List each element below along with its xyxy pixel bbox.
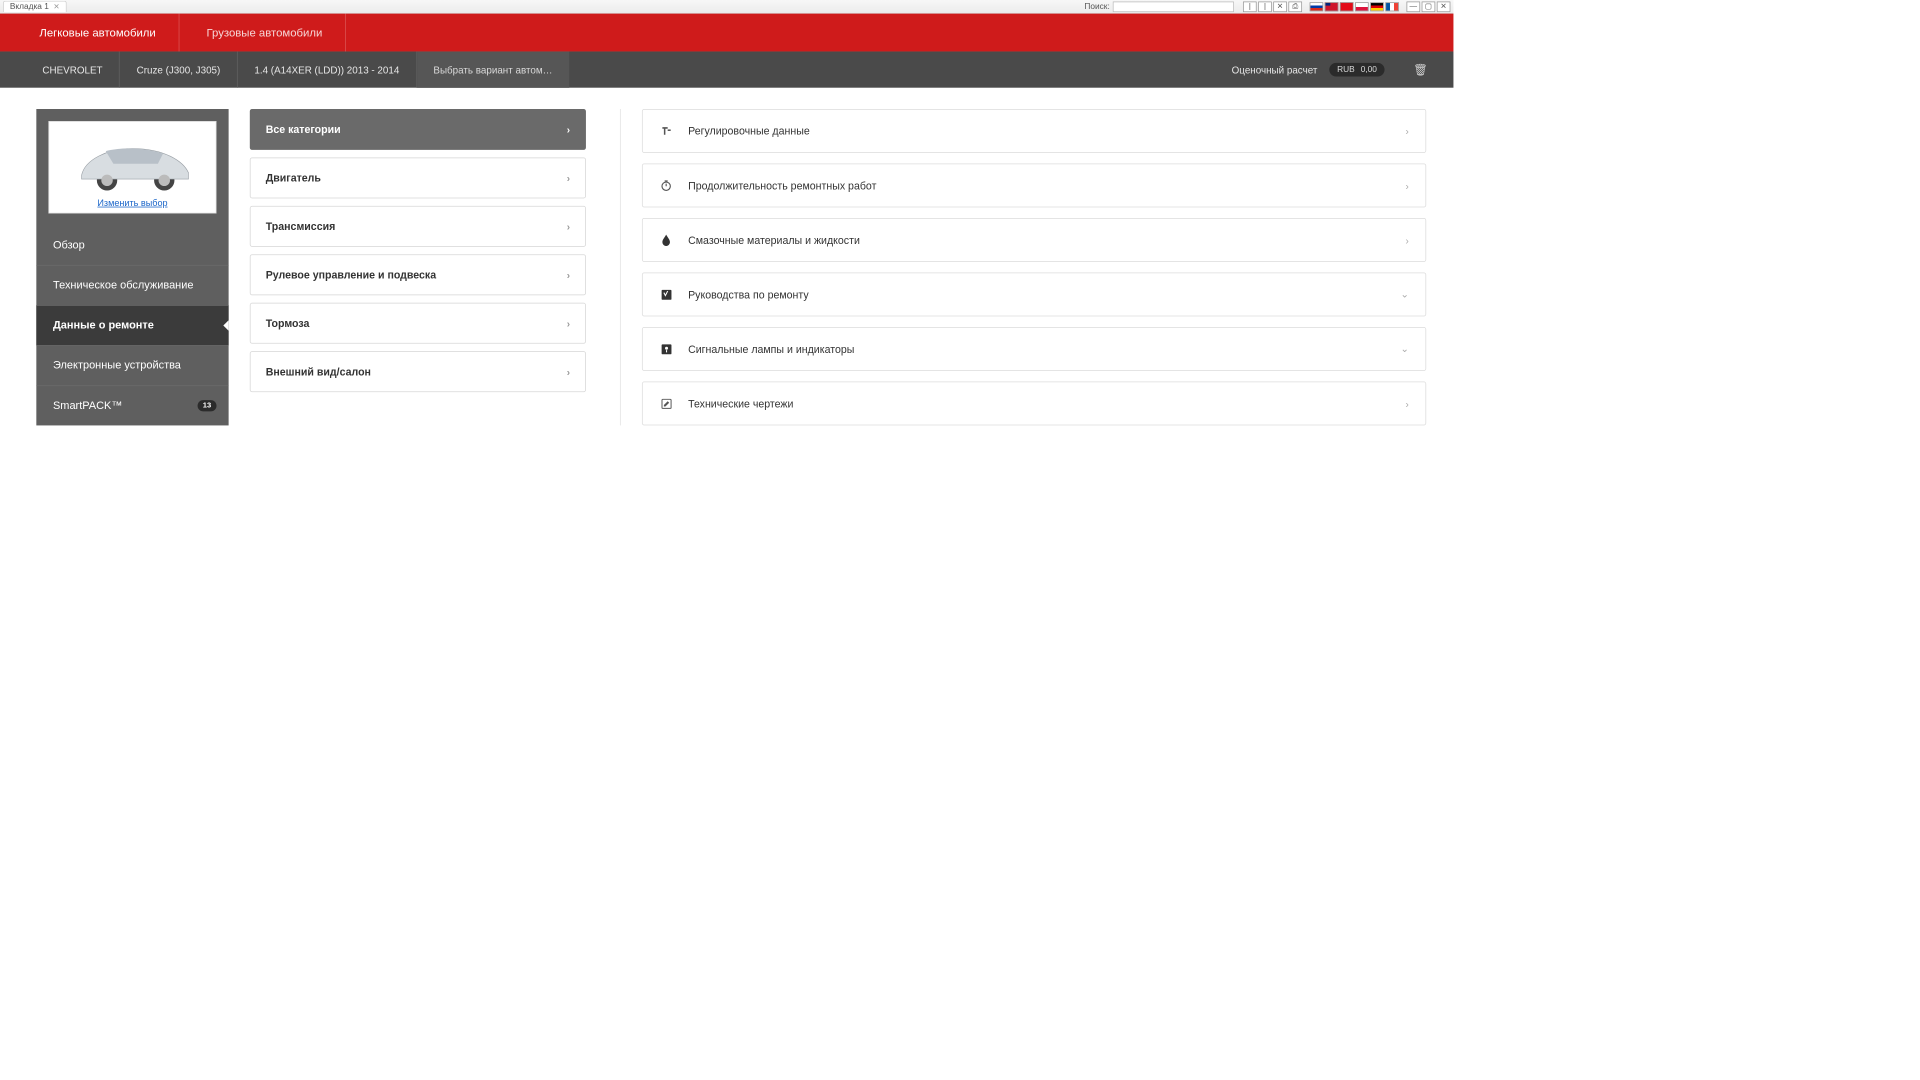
sidebar-item-label: Обзор xyxy=(53,239,85,251)
sidebar-item-smartpack[interactable]: SmartPACK™ 13 xyxy=(36,385,228,425)
sidebar-item-label: Электронные устройства xyxy=(53,360,181,372)
primary-nav: Легковые автомобили Грузовые автомобили xyxy=(0,14,1453,52)
chevron-right-icon: › xyxy=(567,221,570,232)
drawing-icon xyxy=(659,398,673,409)
drop-icon xyxy=(659,234,673,246)
chevron-down-icon: ⌄ xyxy=(1401,288,1409,300)
flag-tr-icon[interactable] xyxy=(1340,2,1354,11)
manual-icon xyxy=(659,289,673,300)
nav-tab-trucks[interactable]: Грузовые автомобили xyxy=(184,14,346,52)
panel-tech-drawings[interactable]: Технические чертежи › xyxy=(642,382,1426,426)
category-all[interactable]: Все категории › xyxy=(250,109,586,150)
category-steering[interactable]: Рулевое управление и подвеска › xyxy=(250,254,586,295)
chevron-down-icon: ⌄ xyxy=(1401,343,1409,355)
breadcrumb-variant[interactable]: Выбрать вариант автом… xyxy=(417,51,569,87)
category-transmission[interactable]: Трансмиссия › xyxy=(250,206,586,247)
warning-icon xyxy=(659,343,673,354)
category-label: Все категории xyxy=(266,123,341,135)
panel-lubricants[interactable]: Смазочные материалы и жидкости › xyxy=(642,218,1426,262)
trash-icon[interactable]: 🗑 xyxy=(1413,63,1427,77)
chevron-right-icon: › xyxy=(1405,234,1408,245)
flag-fr-icon[interactable] xyxy=(1385,2,1399,11)
category-label: Трансмиссия xyxy=(266,220,336,232)
chevron-right-icon: › xyxy=(567,269,570,280)
print-icon[interactable]: ⎙ xyxy=(1288,1,1302,12)
close-tab-icon[interactable]: ✕ xyxy=(53,3,59,11)
chevron-right-icon: › xyxy=(567,124,570,135)
chevron-right-icon: › xyxy=(567,366,570,377)
panel-repair-manuals[interactable]: Руководства по ремонту ⌄ xyxy=(642,273,1426,317)
nav-tab-cars[interactable]: Легковые автомобили xyxy=(17,14,180,52)
estimate-amount: 0,00 xyxy=(1361,65,1377,74)
category-label: Тормоза xyxy=(266,317,310,329)
flag-de-icon[interactable] xyxy=(1370,2,1384,11)
search-label: Поиск: xyxy=(1084,2,1109,11)
flag-pl-icon[interactable] xyxy=(1355,2,1369,11)
panel-label: Продолжительность ремонтных работ xyxy=(688,179,1390,191)
category-body[interactable]: Внешний вид/салон › xyxy=(250,351,586,392)
sidebar-item-label: Данные о ремонте xyxy=(53,319,154,331)
maximize-icon[interactable]: ▢ xyxy=(1422,1,1436,12)
category-engine[interactable]: Двигатель › xyxy=(250,157,586,198)
panel-label: Смазочные материалы и жидкости xyxy=(688,234,1390,246)
app-close-icon[interactable]: ✕ xyxy=(1437,1,1451,12)
panel-label: Руководства по ремонту xyxy=(688,288,1385,300)
vehicle-image xyxy=(68,129,197,193)
window-close-icon[interactable]: ✕ xyxy=(1273,1,1287,12)
category-brakes[interactable]: Тормоза › xyxy=(250,303,586,344)
sidebar-badge: 13 xyxy=(197,400,216,411)
browser-tab-title: Вкладка 1 xyxy=(10,2,49,11)
vehicle-card: Изменить выбор xyxy=(48,121,216,213)
category-list: Все категории › Двигатель › Трансмиссия … xyxy=(250,109,586,392)
chevron-right-icon: › xyxy=(1405,398,1408,409)
panel-warning-lights[interactable]: Сигнальные лампы и индикаторы ⌄ xyxy=(642,327,1426,371)
sidebar-item-overview[interactable]: Обзор xyxy=(36,226,228,265)
breadcrumb-bar: CHEVROLET Cruze (J300, J305) 1.4 (A14XER… xyxy=(0,51,1453,87)
breadcrumb-engine[interactable]: 1.4 (A14XER (LDD)) 2013 - 2014 xyxy=(238,51,417,87)
adjust-icon xyxy=(659,125,673,137)
minimize-icon[interactable]: — xyxy=(1407,1,1421,12)
category-label: Двигатель xyxy=(266,172,321,184)
left-sidebar: Изменить выбор Обзор Техническое обслужи… xyxy=(36,109,228,425)
window-tabbar: Вкладка 1 ✕ Поиск: | | ✕ ⎙ xyxy=(0,0,1453,14)
panel-label: Сигнальные лампы и индикаторы xyxy=(688,343,1385,355)
change-vehicle-link[interactable]: Изменить выбор xyxy=(97,198,167,209)
sidebar-item-label: SmartPACK™ xyxy=(53,400,122,412)
search-input[interactable] xyxy=(1113,1,1234,12)
sidebar-item-label: Техническое обслуживание xyxy=(53,279,193,291)
breadcrumb-model[interactable]: Cruze (J300, J305) xyxy=(120,51,238,87)
timer-icon xyxy=(659,179,673,191)
breadcrumb-brand[interactable]: CHEVROLET xyxy=(26,51,120,87)
sidebar-item-electronics[interactable]: Электронные устройства xyxy=(36,345,228,385)
flag-gb-icon[interactable] xyxy=(1325,2,1339,11)
panel-repair-times[interactable]: Продолжительность ремонтных работ › xyxy=(642,164,1426,208)
panel-label: Технические чертежи xyxy=(688,397,1390,409)
panel-label: Регулировочные данные xyxy=(688,125,1390,137)
category-label: Рулевое управление и подвеска xyxy=(266,269,436,281)
window-button[interactable]: | xyxy=(1258,1,1272,12)
sidebar-item-repair-data[interactable]: Данные о ремонте xyxy=(36,305,228,345)
estimate-currency: RUB xyxy=(1337,65,1355,74)
window-button[interactable]: | xyxy=(1243,1,1257,12)
chevron-right-icon: › xyxy=(1405,180,1408,191)
browser-tab[interactable]: Вкладка 1 ✕ xyxy=(3,1,67,12)
chevron-right-icon: › xyxy=(567,318,570,329)
content-area: Изменить выбор Обзор Техническое обслужи… xyxy=(0,88,1453,426)
estimate-pill[interactable]: RUB 0,00 xyxy=(1330,63,1385,77)
panel-adjustments[interactable]: Регулировочные данные › xyxy=(642,109,1426,153)
sidebar-item-maintenance[interactable]: Техническое обслуживание xyxy=(36,265,228,305)
category-label: Внешний вид/салон xyxy=(266,366,371,378)
chevron-right-icon: › xyxy=(567,172,570,183)
flag-ru-icon[interactable] xyxy=(1310,2,1324,11)
topic-list: Регулировочные данные › Продолжительност… xyxy=(642,109,1426,425)
estimate-label: Оценочный расчет xyxy=(1232,64,1318,75)
chevron-right-icon: › xyxy=(1405,125,1408,136)
